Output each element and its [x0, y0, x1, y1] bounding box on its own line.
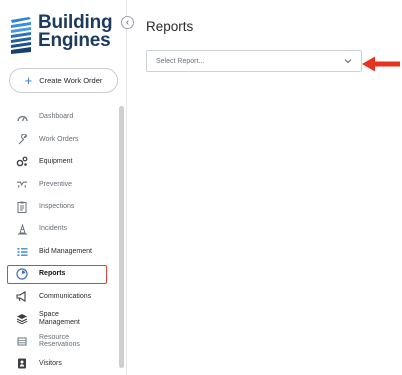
- building-engines-logo[interactable]: Building Engines: [9, 13, 121, 58]
- sidebar-item-equipment[interactable]: Equipment: [0, 151, 116, 173]
- layers-icon: [16, 313, 28, 325]
- brand-line-2: Engines: [38, 30, 111, 51]
- chevron-left-icon: ‹: [125, 17, 130, 28]
- sidebar-item-label: Communications: [39, 292, 92, 300]
- sidebar-item-preventive[interactable]: Preventive: [0, 173, 116, 195]
- cone-icon: [16, 223, 28, 235]
- sidebar-item-dashboard[interactable]: Dashboard: [0, 106, 116, 128]
- sidebar-item-label: Work Orders: [39, 135, 79, 143]
- gauge-icon: [16, 111, 28, 123]
- visitor-badge-icon: [16, 357, 28, 369]
- sidebar-item-space-management[interactable]: Space Management: [0, 308, 116, 330]
- sidebar-item-incidents[interactable]: Incidents: [0, 218, 116, 240]
- sidebar-item-label: Bid Management: [39, 247, 92, 255]
- active-item-highlight: [7, 264, 107, 284]
- sidebar-item-label: Incidents: [39, 225, 68, 233]
- chevron-down-icon: [344, 59, 352, 64]
- create-work-order-label: Create Work Order: [39, 76, 103, 85]
- sidebar-nav: Dashboard Work Orders Equipment Preventi…: [0, 106, 116, 375]
- sidebar-item-communications[interactable]: Communications: [0, 285, 116, 307]
- sidebar-item-label: Visitors: [39, 359, 62, 367]
- brand-name: Building Engines: [38, 13, 113, 51]
- sidebar-item-bid-management[interactable]: Bid Management: [0, 240, 116, 262]
- sidebar-scrollbar[interactable]: [119, 106, 124, 368]
- collapse-sidebar-button[interactable]: ‹: [121, 16, 134, 29]
- megaphone-icon: [16, 290, 28, 302]
- gears-icon: [16, 156, 28, 168]
- report-select[interactable]: Select Report...: [146, 50, 362, 72]
- clipboard-icon: [16, 201, 28, 213]
- sidebar-item-label: Dashboard: [39, 113, 74, 121]
- reservations-icon: [16, 335, 28, 347]
- preventive-icon: [16, 178, 28, 190]
- sidebar: Building Engines + Create Work Order Das…: [0, 0, 127, 375]
- sidebar-item-work-orders[interactable]: Work Orders: [0, 128, 116, 150]
- sidebar-item-label: Equipment: [39, 158, 73, 166]
- sidebar-item-reports[interactable]: Reports: [0, 263, 116, 285]
- sidebar-item-visitors[interactable]: Visitors: [0, 352, 116, 374]
- red-arrow-icon: [362, 56, 400, 72]
- report-select-placeholder: Select Report...: [156, 58, 205, 65]
- sidebar-item-resource-reservations[interactable]: Resource Reservations: [0, 330, 116, 352]
- sidebar-item-label: Space Management: [39, 311, 80, 326]
- wrench-icon: [16, 134, 28, 146]
- list-icon: [16, 246, 28, 258]
- sidebar-item-label: Inspections: [39, 203, 75, 210]
- sidebar-item-inspections[interactable]: Inspections: [0, 196, 116, 218]
- plus-icon: +: [24, 72, 33, 88]
- page-title: Reports: [146, 19, 194, 34]
- building-logo-icon: [11, 17, 31, 54]
- create-work-order-button[interactable]: + Create Work Order: [9, 68, 118, 93]
- sidebar-item-label: Resource Reservations: [39, 333, 80, 349]
- sidebar-item-label: Preventive: [39, 180, 73, 188]
